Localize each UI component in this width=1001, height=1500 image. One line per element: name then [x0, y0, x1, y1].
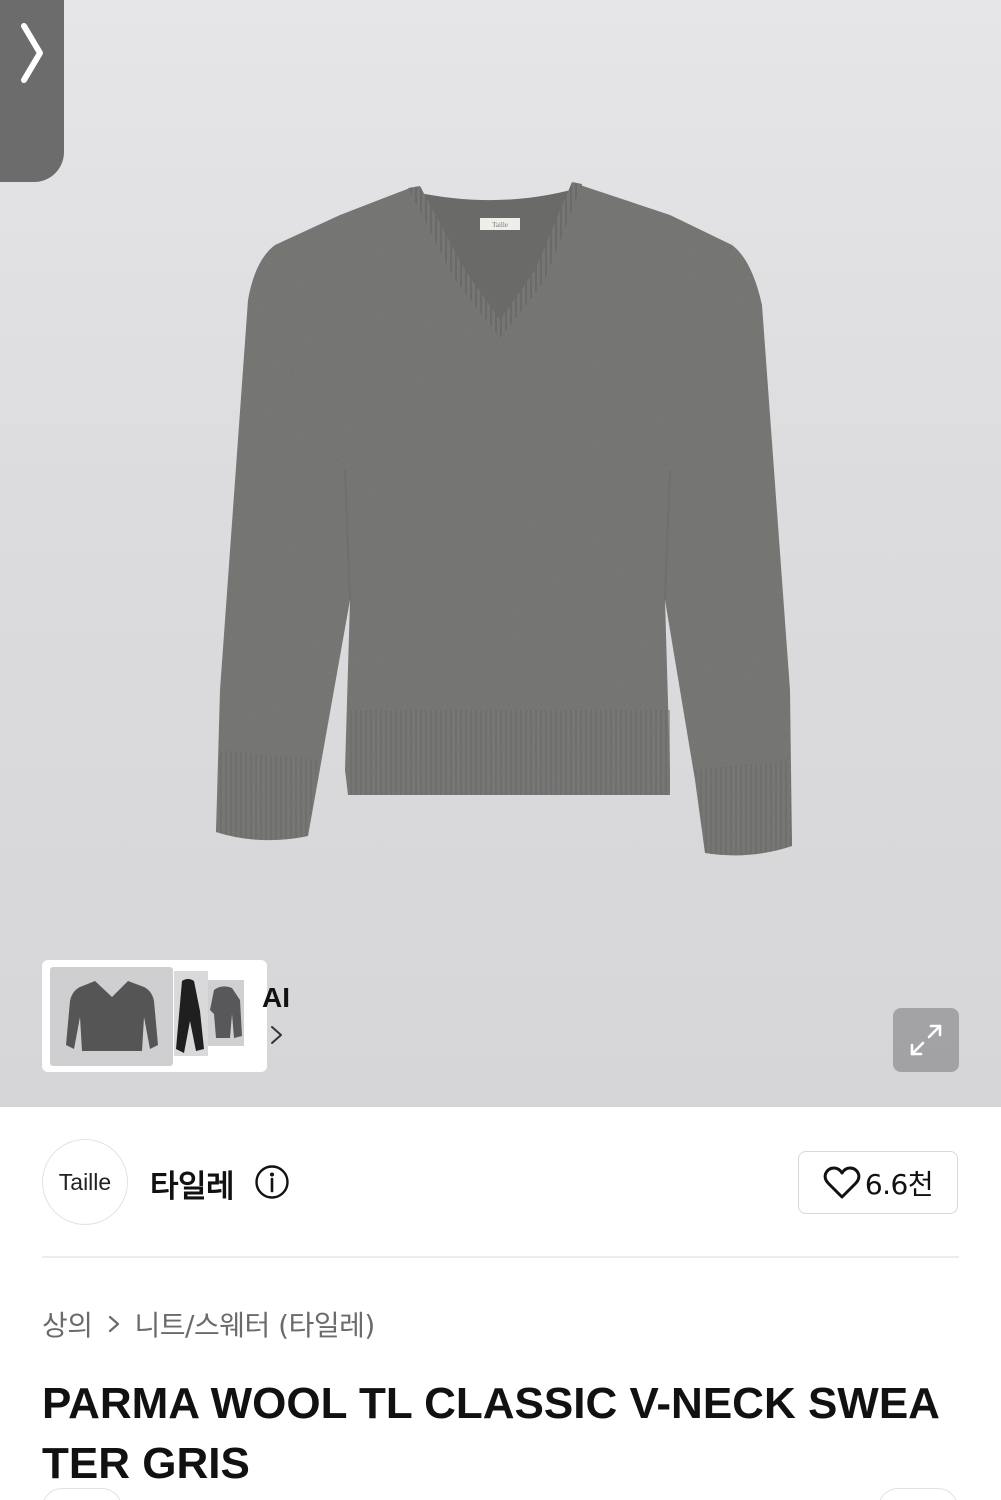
brand-name[interactable]: 타일레 [150, 1161, 235, 1206]
info-icon[interactable] [254, 1164, 290, 1200]
thumbnail-charcoal-sweater[interactable] [208, 980, 244, 1046]
svg-text:Taille: Taille [492, 221, 508, 229]
brand-logo[interactable]: Taille [42, 1139, 128, 1225]
partial-element-left [42, 1488, 122, 1500]
ai-lookbook-card[interactable]: AI [42, 960, 290, 1072]
breadcrumb-level1[interactable]: 상의 [42, 1304, 93, 1344]
breadcrumb: 상의 니트/스웨터 (타일레) [42, 1304, 375, 1344]
chevron-right-icon [108, 1315, 119, 1333]
partial-element-right [878, 1488, 958, 1500]
expand-image-button[interactable] [893, 1008, 959, 1072]
heart-outline-icon [823, 1166, 861, 1198]
chevron-right-icon [21, 23, 43, 83]
like-count: 6.6천 [864, 1167, 934, 1201]
chevron-right-icon [271, 1026, 282, 1044]
divider [42, 1256, 959, 1258]
thumbnail-grey-sweater[interactable] [50, 967, 173, 1066]
expand-arrows-icon [910, 1024, 942, 1056]
product-image[interactable]: Taille [200, 170, 810, 870]
thumbnail-black-sweater[interactable] [174, 971, 208, 1056]
like-button[interactable]: 6.6천 [798, 1151, 958, 1214]
product-title: PARMA WOOL TL CLASSIC V-NECK SWEATER GRI… [42, 1379, 940, 1488]
brand-row: Taille 타일레 6.6천 [0, 1107, 1001, 1257]
ai-label: AI [262, 982, 290, 1013]
brand-logo-text: Taille [58, 1168, 112, 1195]
breadcrumb-level2[interactable]: 니트/스웨터 (타일레) [135, 1304, 376, 1344]
product-hero: Taille AI [0, 0, 1001, 1107]
side-panel-toggle[interactable] [0, 0, 64, 182]
